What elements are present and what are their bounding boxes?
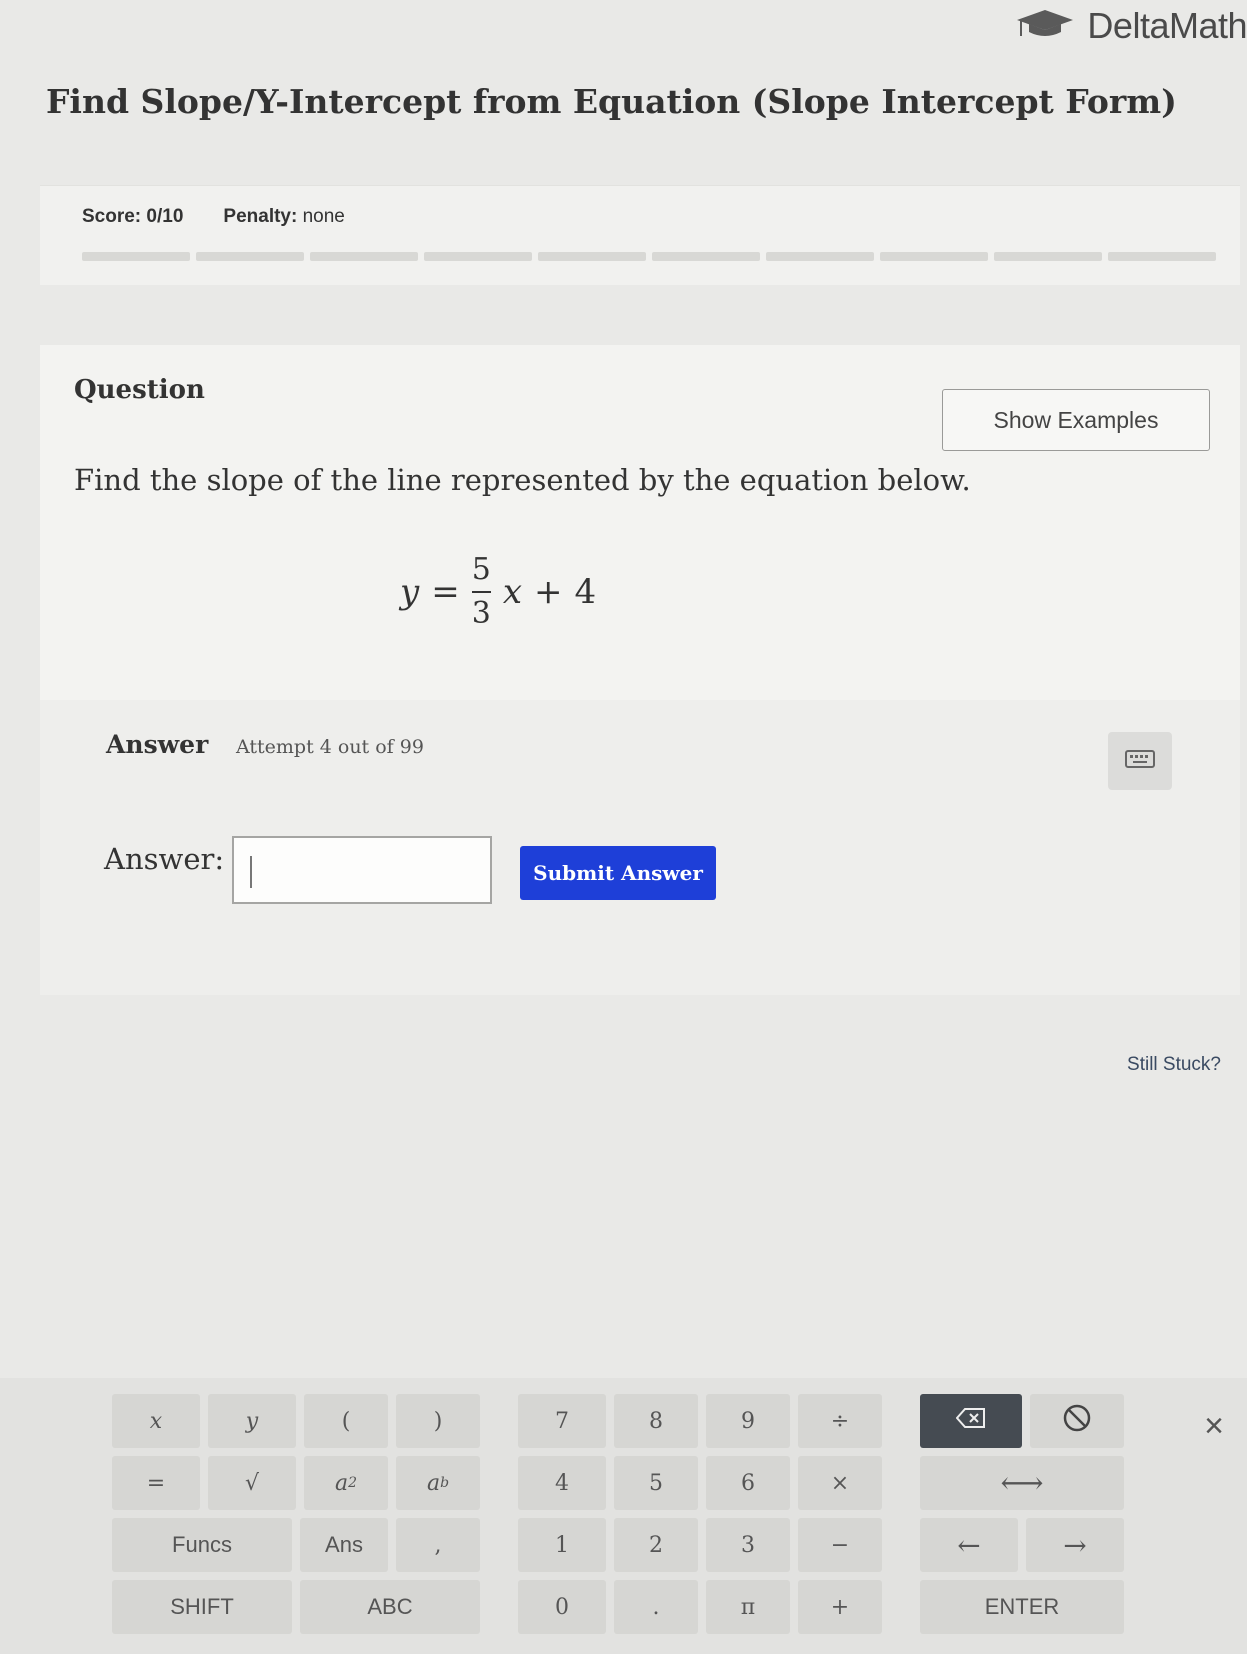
- equation: y = 5 3 x + 4: [400, 555, 596, 629]
- progress-segment: [82, 252, 190, 261]
- equation-variable: x: [502, 572, 522, 612]
- key-4[interactable]: 4: [518, 1456, 606, 1510]
- deltamath-logo[interactable]: DeltaMath: [1013, 5, 1247, 46]
- equation-lhs: y: [400, 572, 420, 612]
- progress-segment: [424, 252, 532, 261]
- progress-segment: [310, 252, 418, 261]
- key-7[interactable]: 7: [518, 1394, 606, 1448]
- page-title: Find Slope/Y-Intercept from Equation (Sl…: [46, 82, 1177, 121]
- score-panel: Score: 0/10 Penalty: none: [40, 185, 1240, 285]
- key-left-arrow[interactable]: ←: [920, 1518, 1018, 1572]
- progress-segment: [652, 252, 760, 261]
- key-power[interactable]: ab: [396, 1456, 480, 1510]
- progress-segment: [1108, 252, 1216, 261]
- equation-plus: +: [534, 572, 563, 612]
- submit-answer-button[interactable]: Submit Answer: [520, 846, 716, 900]
- equation-constant: 4: [574, 572, 597, 612]
- show-examples-button[interactable]: Show Examples: [942, 389, 1210, 451]
- penalty-text: Penalty: none: [223, 206, 344, 228]
- progress-segment: [994, 252, 1102, 261]
- backspace-icon: [955, 1408, 986, 1434]
- key-close-paren[interactable]: ): [396, 1394, 480, 1448]
- graduation-cap-icon: [1013, 8, 1077, 45]
- penalty-label: Penalty:: [223, 206, 298, 227]
- key-6[interactable]: 6: [706, 1456, 790, 1510]
- fraction-denominator: 3: [471, 596, 491, 631]
- key-shift[interactable]: SHIFT: [112, 1580, 292, 1634]
- progress-segment: [196, 252, 304, 261]
- top-bar: DeltaMath: [0, 0, 1247, 60]
- close-icon: ×: [1204, 1406, 1224, 1445]
- still-stuck-link[interactable]: Still Stuck?: [1127, 1054, 1221, 1076]
- key-equals[interactable]: =: [112, 1456, 200, 1510]
- key-2[interactable]: 2: [614, 1518, 698, 1572]
- key-x[interactable]: x: [112, 1394, 200, 1448]
- math-keypad: x y ( ) 7 8 9 ÷ × = √ a2 ab 4 5 6 × ⟷ Fu…: [0, 1378, 1247, 1654]
- attempt-counter: Attempt 4 out of 99: [236, 736, 424, 758]
- key-0[interactable]: 0: [518, 1580, 606, 1634]
- key-pi[interactable]: π: [706, 1580, 790, 1634]
- question-prompt: Find the slope of the line represented b…: [74, 463, 971, 497]
- key-decimal[interactable]: .: [614, 1580, 698, 1634]
- brand-name: DeltaMath: [1087, 5, 1247, 46]
- clear-circle-icon: [1062, 1403, 1092, 1439]
- key-square[interactable]: a2: [304, 1456, 388, 1510]
- key-power-exponent: b: [440, 1475, 450, 1491]
- key-ans[interactable]: Ans: [300, 1518, 388, 1572]
- key-y[interactable]: y: [208, 1394, 296, 1448]
- key-funcs[interactable]: Funcs: [112, 1518, 292, 1572]
- slope-fraction: 5 3: [471, 555, 491, 631]
- key-square-exponent: 2: [348, 1475, 358, 1491]
- key-square-base: a: [334, 1470, 349, 1496]
- progress-segment: [880, 252, 988, 261]
- key-select-toggle[interactable]: ⟷: [920, 1456, 1124, 1510]
- progress-segment: [766, 252, 874, 261]
- key-right-arrow[interactable]: →: [1026, 1518, 1124, 1572]
- penalty-value: none: [302, 206, 345, 227]
- key-sqrt[interactable]: √: [208, 1456, 296, 1510]
- question-heading: Question: [74, 375, 205, 405]
- key-multiply[interactable]: ×: [798, 1456, 882, 1510]
- close-keypad-button[interactable]: ×: [1194, 1406, 1234, 1446]
- text-caret: [250, 856, 252, 888]
- answer-label: Answer:: [104, 842, 225, 876]
- key-8[interactable]: 8: [614, 1394, 698, 1448]
- keyboard-toggle-button[interactable]: [1108, 732, 1172, 790]
- key-plus[interactable]: +: [798, 1580, 882, 1634]
- key-divide[interactable]: ÷: [798, 1394, 882, 1448]
- enter-key[interactable]: ENTER: [920, 1580, 1124, 1634]
- clear-key[interactable]: [1030, 1394, 1124, 1448]
- fraction-numerator: 5: [471, 555, 491, 593]
- equation-equals: =: [431, 572, 460, 612]
- question-panel: Question Show Examples Find the slope of…: [40, 345, 1240, 700]
- progress-segment: [538, 252, 646, 261]
- progress-bar: [82, 252, 1216, 261]
- key-9[interactable]: 9: [706, 1394, 790, 1448]
- key-abc[interactable]: ABC: [300, 1580, 480, 1634]
- key-minus[interactable]: −: [798, 1518, 882, 1572]
- key-open-paren[interactable]: (: [304, 1394, 388, 1448]
- key-power-base: a: [426, 1470, 441, 1496]
- score-text: Score: 0/10: [82, 206, 184, 227]
- keyboard-icon: [1125, 748, 1155, 775]
- answer-heading: Answer: [106, 730, 209, 759]
- backspace-key[interactable]: [920, 1394, 1022, 1448]
- key-5[interactable]: 5: [614, 1456, 698, 1510]
- key-1[interactable]: 1: [518, 1518, 606, 1572]
- answer-input[interactable]: [232, 836, 492, 904]
- key-3[interactable]: 3: [706, 1518, 790, 1572]
- key-comma[interactable]: ,: [396, 1518, 480, 1572]
- answer-panel: Answer Attempt 4 out of 99 Answer: Submi…: [40, 700, 1240, 995]
